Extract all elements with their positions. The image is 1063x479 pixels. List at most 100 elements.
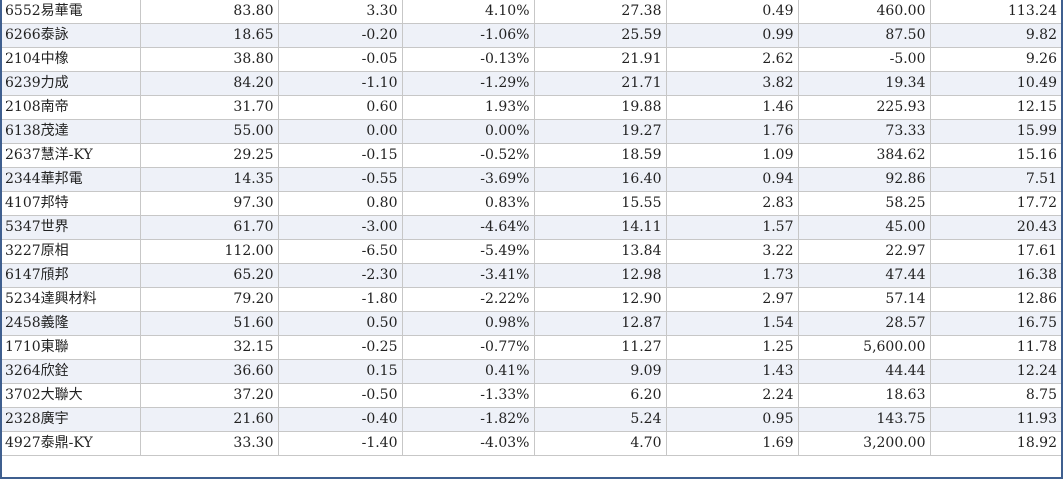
metric-4-cell: 11.78 (930, 335, 1061, 360)
metric-2-cell: 3.82 (666, 71, 799, 96)
table-row[interactable]: 6239力成 84.20 -1.10 -1.29% 21.71 3.82 19.34 10.4… (2, 71, 1061, 96)
metric-4-cell: 20.43 (930, 215, 1061, 240)
stock-name-cell[interactable]: 4107邦特 (2, 191, 141, 216)
change-percent-cell: 4.10% (402, 0, 535, 24)
metric-4-cell: 15.99 (930, 119, 1061, 144)
metric-4-cell: 12.86 (930, 287, 1061, 312)
metric-4-cell: 10.49 (930, 71, 1061, 96)
change-percent-cell: -1.29% (402, 71, 535, 96)
table-row[interactable]: 4107邦特 97.30 0.80 0.83% 15.55 2.83 58.25 17.72 (2, 191, 1061, 216)
metric-4-cell: 113.24 (930, 0, 1061, 24)
table-row[interactable]: 1710東聯 32.15 -0.25 -0.77% 11.27 1.25 5,600.00 1… (2, 335, 1061, 360)
stock-name-cell[interactable]: 3702大聯大 (2, 383, 141, 408)
metric-1-cell: 11.27 (534, 335, 667, 360)
stock-name-cell[interactable]: 2104中橡 (2, 47, 141, 72)
stock-name-cell[interactable]: 4927泰鼎-KY (2, 431, 141, 456)
change-percent-cell: -2.22% (402, 287, 535, 312)
metric-4-cell: 18.92 (930, 431, 1061, 456)
stock-name-cell[interactable]: 3227原相 (2, 239, 141, 264)
metric-1-cell: 12.87 (534, 311, 667, 336)
change-cell: -0.20 (278, 23, 403, 48)
table-row[interactable]: 3702大聯大 37.20 -0.50 -1.33% 6.20 2.24 18.63 8.75 (2, 383, 1061, 408)
table-row[interactable]: 6147頎邦 65.20 -2.30 -3.41% 12.98 1.73 47.44 16.3… (2, 263, 1061, 288)
stock-name-cell[interactable]: 6552易華電 (2, 0, 141, 24)
metric-1-cell: 19.27 (534, 119, 667, 144)
table-row[interactable]: 2637慧洋-KY 29.25 -0.15 -0.52% 18.59 1.09 384.62… (2, 143, 1061, 168)
change-cell: 0.80 (278, 191, 403, 216)
price-cell: 29.25 (140, 143, 279, 168)
stock-name-cell[interactable]: 6147頎邦 (2, 263, 141, 288)
table-row[interactable]: 2328廣宇 21.60 -0.40 -1.82% 5.24 0.95 143.75 11.9… (2, 407, 1061, 432)
stock-name-cell[interactable]: 6239力成 (2, 71, 141, 96)
change-cell: -0.55 (278, 167, 403, 192)
metric-2-cell: 2.97 (666, 287, 799, 312)
change-percent-cell: -1.82% (402, 407, 535, 432)
metric-4-cell: 17.72 (930, 191, 1061, 216)
price-cell: 21.60 (140, 407, 279, 432)
stock-name-cell[interactable]: 6266泰詠 (2, 23, 141, 48)
table-row[interactable]: 5234達興材料 79.20 -1.80 -2.22% 12.90 2.97 57.14 12… (2, 287, 1061, 312)
metric-2-cell: 2.24 (666, 383, 799, 408)
stock-name-cell[interactable]: 5347世界 (2, 215, 141, 240)
stock-name-cell[interactable]: 2108南帝 (2, 95, 141, 120)
table-row[interactable]: 6266泰詠 18.65 -0.20 -1.06% 25.59 0.99 87.50 9.82 (2, 23, 1061, 48)
change-cell: -1.40 (278, 431, 403, 456)
table-row[interactable]: 6552易華電 83.80 3.30 4.10% 27.38 0.49 460.00 113.… (2, 0, 1061, 24)
metric-4-cell: 9.26 (930, 47, 1061, 72)
stock-name-cell[interactable]: 3264欣銓 (2, 359, 141, 384)
price-cell: 32.15 (140, 335, 279, 360)
table-row[interactable]: 2104中橡 38.80 -0.05 -0.13% 21.91 2.62 -5.00 9.26 (2, 47, 1061, 72)
stock-name-cell[interactable]: 2344華邦電 (2, 167, 141, 192)
table-row[interactable]: 4927泰鼎-KY 33.30 -1.40 -4.03% 4.70 1.69 3,200.0… (2, 431, 1061, 456)
change-cell: 0.00 (278, 119, 403, 144)
metric-1-cell: 12.90 (534, 287, 667, 312)
stock-name-cell[interactable]: 6138茂達 (2, 119, 141, 144)
metric-3-cell: 143.75 (798, 407, 931, 432)
metric-2-cell: 1.09 (666, 143, 799, 168)
change-percent-cell: -0.52% (402, 143, 535, 168)
change-cell: -0.25 (278, 335, 403, 360)
metric-4-cell: 7.51 (930, 167, 1061, 192)
price-cell: 61.70 (140, 215, 279, 240)
table-row[interactable]: 2344華邦電 14.35 -0.55 -3.69% 16.40 0.94 92.86 7.5… (2, 167, 1061, 192)
table-row[interactable]: 6138茂達 55.00 0.00 0.00% 19.27 1.76 73.33 15.99 (2, 119, 1061, 144)
metric-4-cell: 8.75 (930, 383, 1061, 408)
metric-1-cell: 21.91 (534, 47, 667, 72)
table-row[interactable]: 3227原相 112.00 -6.50 -5.49% 13.84 3.22 22.97 17.… (2, 239, 1061, 264)
change-cell: -0.05 (278, 47, 403, 72)
metric-2-cell: 3.22 (666, 239, 799, 264)
price-cell: 65.20 (140, 263, 279, 288)
price-cell: 84.20 (140, 71, 279, 96)
stock-name-cell[interactable]: 2458義隆 (2, 311, 141, 336)
metric-3-cell: 73.33 (798, 119, 931, 144)
stock-table-body: 6552易華電 83.80 3.30 4.10% 27.38 0.49 460.00 113.… (2, 0, 1061, 456)
change-cell: 0.60 (278, 95, 403, 120)
metric-3-cell: 19.34 (798, 71, 931, 96)
metric-2-cell: 0.49 (666, 0, 799, 24)
metric-2-cell: 0.95 (666, 407, 799, 432)
metric-3-cell: 58.25 (798, 191, 931, 216)
metric-1-cell: 18.59 (534, 143, 667, 168)
price-cell: 97.30 (140, 191, 279, 216)
change-cell: -0.50 (278, 383, 403, 408)
table-row[interactable]: 5347世界 61.70 -3.00 -4.64% 14.11 1.57 45.00 20.4… (2, 215, 1061, 240)
stock-name-cell[interactable]: 5234達興材料 (2, 287, 141, 312)
metric-2-cell: 2.83 (666, 191, 799, 216)
change-cell: 0.15 (278, 359, 403, 384)
change-percent-cell: 0.41% (402, 359, 535, 384)
metric-1-cell: 15.55 (534, 191, 667, 216)
table-row[interactable]: 3264欣銓 36.60 0.15 0.41% 9.09 1.43 44.44 12.24 (2, 359, 1061, 384)
table-row[interactable]: 2458義隆 51.60 0.50 0.98% 12.87 1.54 28.57 16.75 (2, 311, 1061, 336)
stock-name-cell[interactable]: 2328廣宇 (2, 407, 141, 432)
metric-4-cell: 16.38 (930, 263, 1061, 288)
metric-3-cell: 384.62 (798, 143, 931, 168)
metric-2-cell: 1.76 (666, 119, 799, 144)
stock-name-cell[interactable]: 2637慧洋-KY (2, 143, 141, 168)
metric-3-cell: 22.97 (798, 239, 931, 264)
metric-2-cell: 1.69 (666, 431, 799, 456)
stock-name-cell[interactable]: 1710東聯 (2, 335, 141, 360)
metric-3-cell: -5.00 (798, 47, 931, 72)
table-row[interactable]: 2108南帝 31.70 0.60 1.93% 19.88 1.46 225.93 12.15 (2, 95, 1061, 120)
price-cell: 38.80 (140, 47, 279, 72)
metric-2-cell: 0.94 (666, 167, 799, 192)
